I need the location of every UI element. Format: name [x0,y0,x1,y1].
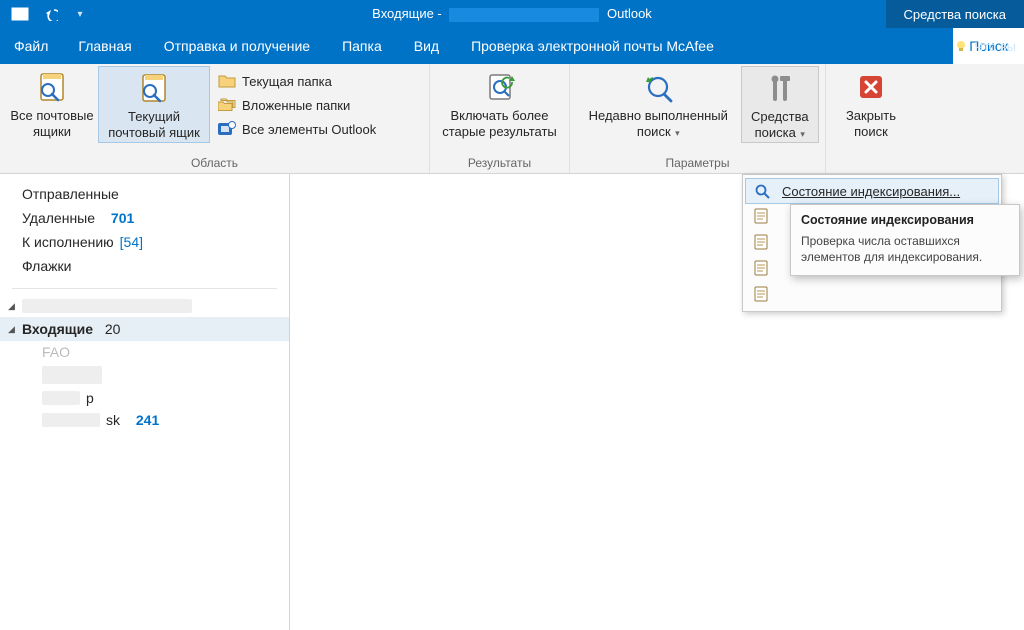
nav-deleted-count: 701 [111,210,134,226]
tools-icon [762,73,798,105]
document-icon [753,286,771,302]
nav-subfolder-masked-1[interactable]: FAO [0,341,289,363]
ribbon-group-results: Включать более старые результаты Результ… [430,64,570,173]
recent-search-icon [640,72,676,104]
qat-customize-caret[interactable]: ▾ [68,3,92,25]
tooltip-indexing-status: Состояние индексирования Проверка числа … [790,204,1020,276]
group-label-results: Результаты [436,154,563,173]
subfolders-button[interactable]: Вложенные папки [214,96,380,114]
tab-view[interactable]: Вид [398,28,455,64]
ribbon-group-close: Закрыть поиск [826,64,916,173]
nav-inbox-count: 20 [105,321,121,337]
window-title: Входящие - Outlook [0,6,1024,22]
title-prefix: Входящие - [372,6,442,21]
nav-subfolder-sk[interactable]: sk 241 [0,409,289,431]
ribbon-group-scope: Все почтовые ящики Текущий почтовый ящик… [0,64,430,173]
mailbox-search-icon [136,73,172,105]
chevron-down-icon: ▾ [798,129,805,139]
refresh-search-icon [482,72,518,104]
title-bar: ▾ Входящие - Outlook Средства поиска [0,0,1024,28]
current-mailbox-button[interactable]: Текущий почтовый ящик [98,66,210,143]
folder-icon [218,73,236,89]
message-list-area: Состояние индексирования... Состояние и [290,174,1024,630]
subfolders-icon [218,97,236,113]
search-icon [754,183,772,199]
quick-access-toolbar: ▾ [0,3,92,25]
title-suffix: Outlook [607,6,652,21]
outlook-icon [218,121,236,137]
mailbox-search-icon [34,72,70,104]
ribbon: Все почтовые ящики Текущий почтовый ящик… [0,64,1024,174]
qat-panes-button[interactable] [8,3,32,25]
search-tools-button[interactable]: Средства поиска ▾ [741,66,819,143]
collapse-triangle-icon: ◢ [8,301,18,312]
include-older-results-button[interactable]: Включать более старые результаты [436,66,563,141]
tab-folder[interactable]: Папка [326,28,398,64]
nav-account-header[interactable]: ◢ [0,295,289,317]
nav-deleted[interactable]: Удаленные 701 [0,206,289,230]
close-search-button[interactable]: Закрыть поиск [832,66,910,141]
contextual-tab-search-tools[interactable]: Средства поиска [886,0,1024,28]
tab-send-receive[interactable]: Отправка и получение [148,28,326,64]
tell-me-box[interactable]: Что вы [946,39,1024,54]
title-account-masked [449,8,599,22]
tab-file[interactable]: Файл [0,28,62,64]
tab-mcafee[interactable]: Проверка электронной почты McAfee [455,28,730,64]
nav-subfolder-sk-count: 241 [136,412,159,428]
document-icon [753,234,771,250]
mask [42,366,102,384]
group-label-scope: Область [6,154,423,173]
group-label-options: Параметры [576,154,819,173]
close-icon [853,72,889,104]
document-icon [753,260,771,276]
recent-searches-button[interactable]: Недавно выполненный поиск ▾ [576,66,741,141]
nav-followup[interactable]: К исполнению [54] [0,230,289,254]
ribbon-group-options: Недавно выполненный поиск ▾ Средства пои… [570,64,826,173]
document-icon [753,208,771,224]
nav-inbox[interactable]: ◢ Входящие 20 [0,317,289,341]
nav-followup-count: [54] [120,234,143,250]
qat-undo-button[interactable] [38,3,62,25]
current-folder-button[interactable]: Текущая папка [214,72,380,90]
nav-subfolder-p[interactable]: p [0,387,289,409]
dd-item-5[interactable] [743,281,1001,307]
tab-home[interactable]: Главная [62,28,147,64]
collapse-triangle-icon: ◢ [8,324,18,335]
all-outlook-items-button[interactable]: Все элементы Outlook [214,120,380,138]
ribbon-tabs: Файл Главная Отправка и получение Папка … [0,28,1024,64]
nav-sent[interactable]: Отправленные [0,182,289,206]
folder-nav-pane[interactable]: Отправленные Удаленные 701 К исполнению … [0,174,290,630]
nav-flags[interactable]: Флажки [0,254,289,278]
tooltip-body: Проверка числа оставшихся элементов для … [801,233,1009,265]
tooltip-title: Состояние индексирования [801,213,1009,227]
nav-account-masked [22,299,192,313]
nav-subfolder-masked-2[interactable] [0,363,289,387]
nav-separator [12,288,277,289]
dd-indexing-status[interactable]: Состояние индексирования... [745,178,999,204]
content-area: Отправленные Удаленные 701 К исполнению … [0,174,1024,630]
all-mailboxes-button[interactable]: Все почтовые ящики [6,66,98,141]
chevron-down-icon: ▾ [673,128,680,138]
lightbulb-icon [954,39,968,53]
